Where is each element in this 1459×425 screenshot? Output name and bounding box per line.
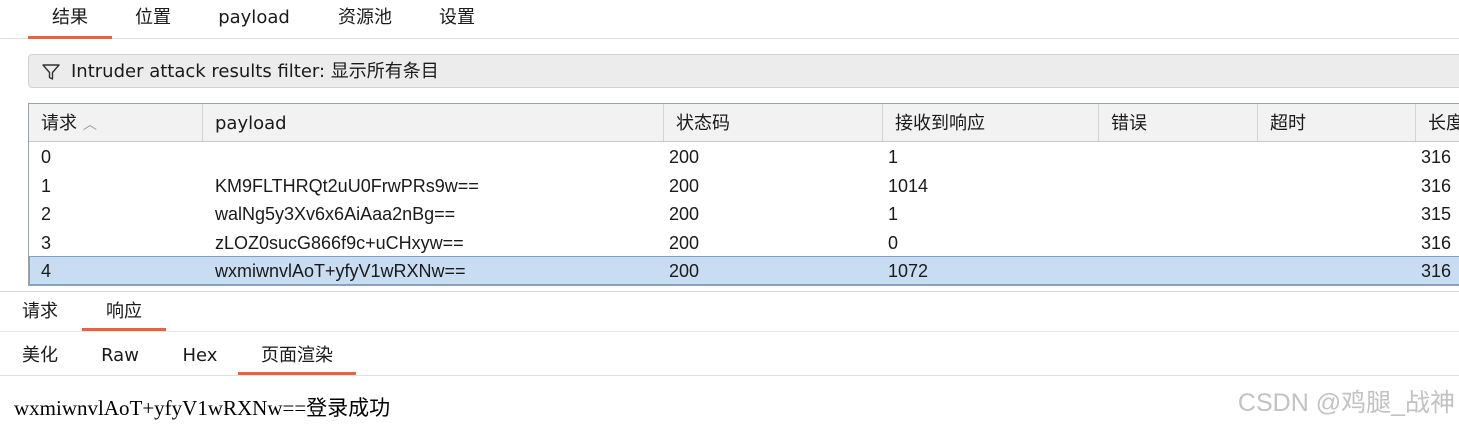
column-header-label: 请求: [41, 113, 77, 134]
cell-status: 200: [669, 147, 700, 167]
cell-received: 1072: [888, 261, 929, 281]
cell-length: 316: [1421, 176, 1452, 196]
tab-request[interactable]: 请求: [14, 296, 66, 328]
pane-divider[interactable]: [0, 291, 1459, 292]
cell-length: 315: [1421, 204, 1452, 224]
filter-icon: [42, 64, 60, 80]
cell-payload: KM9FLTHRQt2uU0FrwPRs9w==: [215, 176, 479, 196]
table-row[interactable]: 2 walNg5y3Xv6x6AiAaa2nBg== 200 1 315: [29, 199, 1459, 227]
column-header-timeout[interactable]: 超时: [1258, 104, 1416, 141]
column-header-error[interactable]: 错误: [1099, 104, 1258, 141]
column-header-payload[interactable]: payload: [203, 104, 664, 141]
column-header-request[interactable]: 请求 ︿: [29, 104, 203, 141]
cell-length: 316: [1421, 147, 1452, 167]
column-header-status-code[interactable]: 状态码: [664, 104, 883, 141]
cell-status: 200: [669, 176, 700, 196]
cell-request: 0: [41, 147, 52, 167]
column-header-length[interactable]: 长度: [1416, 104, 1459, 141]
filter-label: Intruder attack results filter: 显示所有条目: [71, 61, 439, 82]
table-row[interactable]: 0 200 1 316: [29, 142, 1459, 170]
cell-received: 1: [888, 147, 899, 167]
cell-payload: zLOZ0sucG866f9c+uCHxyw==: [215, 233, 464, 253]
tab-results[interactable]: 结果: [28, 0, 112, 39]
tab-raw[interactable]: Raw: [94, 340, 146, 372]
cell-request: 1: [41, 176, 52, 196]
tab-pretty[interactable]: 美化: [14, 340, 66, 372]
column-header-response-received[interactable]: 接收到响应: [883, 104, 1099, 141]
tab-payload[interactable]: payload: [206, 0, 302, 36]
table-row[interactable]: 1 KM9FLTHRQt2uU0FrwPRs9w== 200 1014 316: [29, 171, 1459, 199]
table-header: 请求 ︿ payload 状态码 接收到响应 错误 超时 长度: [29, 104, 1459, 142]
cell-payload: walNg5y3Xv6x6AiAaa2nBg==: [215, 204, 456, 224]
tab-resource-pool[interactable]: 资源池: [326, 0, 404, 36]
tab-settings[interactable]: 设置: [424, 0, 490, 36]
cell-length: 316: [1421, 261, 1452, 281]
cell-length: 316: [1421, 233, 1452, 253]
cell-request: 2: [41, 204, 52, 224]
cell-received: 0: [888, 233, 899, 253]
cell-status: 200: [669, 204, 700, 224]
results-table: 请求 ︿ payload 状态码 接收到响应 错误 超时 长度 0 200 1 3…: [28, 103, 1459, 286]
cell-request: 3: [41, 233, 52, 253]
sort-ascending-icon: ︿: [83, 117, 97, 133]
divider: [0, 331, 1459, 332]
cell-payload: wxmiwnvlAoT+yfyV1wRXNw==: [215, 261, 466, 281]
top-tab-bar: 结果 位置 payload 资源池 设置: [0, 0, 1459, 39]
results-filter-bar[interactable]: Intruder attack results filter: 显示所有条目: [28, 54, 1459, 88]
tab-response[interactable]: 响应: [82, 296, 166, 331]
table-row-selected[interactable]: 4 wxmiwnvlAoT+yfyV1wRXNw== 200 1072 316: [29, 256, 1459, 285]
watermark: CSDN @鸡腿_战神: [1237, 389, 1455, 417]
cell-received: 1014: [888, 176, 929, 196]
tab-render[interactable]: 页面渲染: [238, 340, 356, 375]
cell-received: 1: [888, 204, 899, 224]
cell-status: 200: [669, 261, 700, 281]
rendered-page-text: wxmiwnvlAoT+yfyV1wRXNw==登录成功: [14, 396, 391, 420]
cell-request: 4: [41, 261, 52, 281]
table-row[interactable]: 3 zLOZ0sucG866f9c+uCHxyw== 200 0 316: [29, 228, 1459, 256]
tab-hex[interactable]: Hex: [176, 340, 224, 372]
tab-positions[interactable]: 位置: [120, 0, 186, 36]
divider: [0, 375, 1459, 376]
cell-status: 200: [669, 233, 700, 253]
